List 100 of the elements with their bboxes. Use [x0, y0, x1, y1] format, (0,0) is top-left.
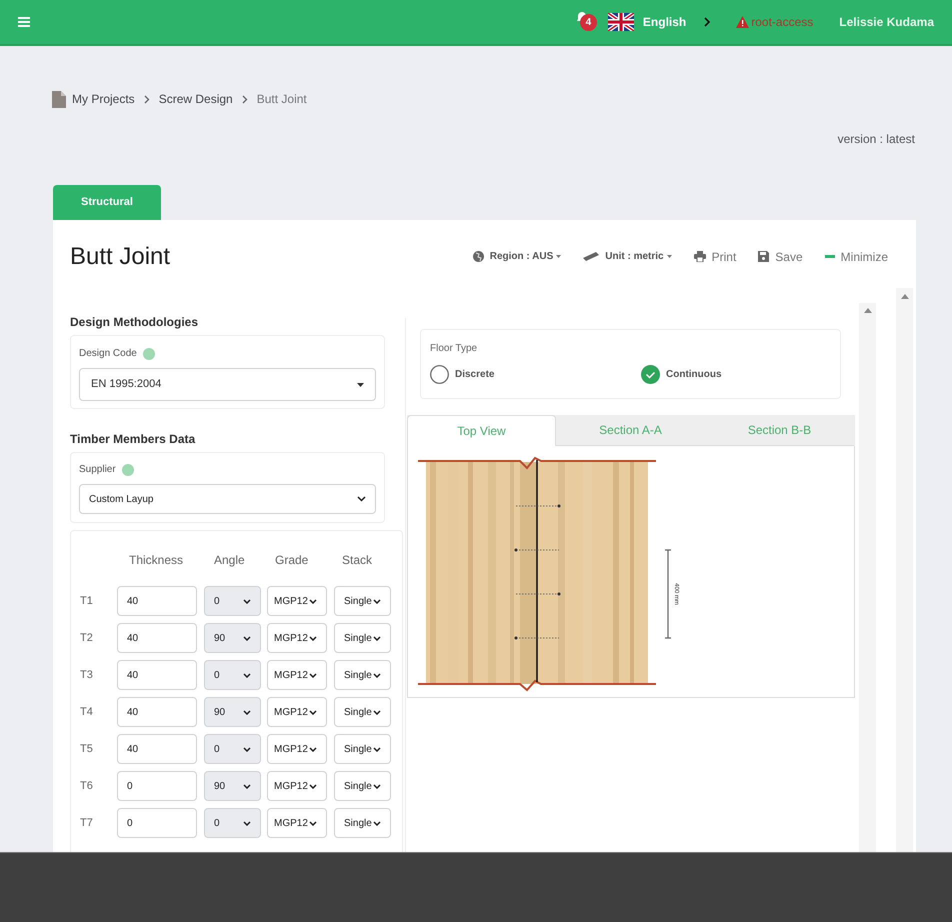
chevron-down-icon — [243, 746, 251, 752]
access-label: root-access — [751, 14, 814, 31]
unit-button[interactable]: Unit : metric — [583, 249, 672, 264]
globe-icon — [472, 251, 484, 262]
grade-dropdown[interactable]: MGP12 — [267, 586, 327, 616]
warning-icon — [736, 16, 750, 28]
grade-dropdown[interactable]: MGP12 — [267, 734, 327, 764]
chevron-down-icon — [308, 636, 317, 640]
breadcrumb-link[interactable]: Screw Design — [158, 90, 233, 108]
row-label: T7 — [80, 816, 94, 831]
grade-dropdown[interactable]: MGP12 — [267, 697, 327, 727]
chevron-down-icon — [243, 784, 251, 788]
row-label: T2 — [80, 630, 94, 646]
row-label: T4 — [80, 704, 94, 720]
chevron-down-icon — [357, 496, 366, 502]
region-button[interactable]: Region : AUS — [472, 249, 562, 264]
thickness-input[interactable]: 40 — [117, 586, 197, 616]
field-label: Design Code — [79, 347, 137, 361]
supplier-dropdown[interactable]: Custom Layup — [79, 484, 376, 514]
thickness-input[interactable]: 0 — [117, 808, 197, 838]
minimize-button[interactable]: Minimize — [824, 248, 888, 266]
section-heading: Design Methodologies — [70, 314, 200, 328]
caret-icon — [666, 255, 672, 258]
angle-dropdown[interactable]: 90 — [204, 771, 261, 801]
chevron-down-icon — [372, 820, 381, 826]
stack-dropdown[interactable]: Single — [334, 697, 391, 727]
row-label: T6 — [80, 778, 94, 794]
chevron-right-icon[interactable] — [704, 17, 710, 27]
row-label: T3 — [80, 668, 94, 683]
menu-icon[interactable] — [18, 17, 30, 27]
chevron-down-icon — [243, 672, 251, 678]
stack-dropdown[interactable]: Single — [334, 771, 391, 801]
stack-dropdown[interactable]: Single — [334, 623, 391, 653]
chevron-down-icon — [372, 636, 381, 640]
ruler-icon — [583, 252, 600, 261]
grade-dropdown[interactable]: MGP12 — [267, 660, 327, 690]
breadcrumb-current: Butt Joint — [256, 91, 307, 108]
stack-dropdown[interactable]: Single — [334, 734, 391, 764]
thickness-input[interactable]: 40 — [117, 697, 197, 727]
grade-dropdown[interactable]: MGP12 — [267, 623, 327, 653]
stack-dropdown[interactable]: Single — [334, 808, 391, 838]
scrollbar[interactable] — [859, 303, 876, 852]
row-label: T1 — [80, 594, 94, 609]
chevron-down-icon — [372, 784, 381, 788]
field-label: Floor Type — [430, 342, 478, 356]
info-icon[interactable] — [142, 348, 155, 360]
floppy-icon — [758, 251, 770, 262]
thickness-input[interactable]: 40 — [117, 734, 197, 764]
thickness-input[interactable]: 40 — [117, 660, 197, 690]
chevron-down-icon — [308, 746, 317, 752]
flag-icon[interactable] — [608, 13, 634, 31]
grade-dropdown[interactable]: MGP12 — [267, 771, 327, 801]
row-label: T5 — [80, 742, 94, 757]
minus-icon — [824, 255, 835, 258]
grade-dropdown[interactable]: MGP12 — [267, 808, 327, 838]
caret-icon — [357, 382, 364, 386]
section-heading: Timber Members Data — [70, 431, 196, 445]
notification-badge: 4 — [580, 14, 597, 31]
column-header: Thickness — [128, 552, 184, 567]
angle-dropdown[interactable]: 0 — [204, 808, 261, 838]
column-header: Grade — [274, 552, 310, 567]
save-button[interactable]: Save — [758, 248, 803, 266]
angle-dropdown[interactable]: 90 — [204, 623, 261, 653]
radio-option[interactable]: Continuous — [641, 365, 722, 384]
chevron-down-icon — [243, 598, 251, 604]
chevron-down-icon — [243, 710, 251, 714]
chevron-down-icon — [372, 672, 381, 678]
document-icon — [52, 90, 66, 108]
stack-dropdown[interactable]: Single — [334, 660, 391, 690]
column-header: Angle — [213, 552, 246, 567]
design-code-dropdown[interactable]: EN 1995:2004 — [79, 368, 376, 401]
print-button[interactable]: Print — [694, 248, 736, 266]
thickness-input[interactable]: 0 — [117, 771, 197, 801]
breadcrumb-link[interactable]: My Projects — [72, 90, 135, 108]
thickness-input[interactable]: 40 — [117, 623, 197, 653]
chevron-down-icon — [243, 636, 251, 640]
chevron-down-icon — [308, 672, 317, 678]
chevron-down-icon — [372, 598, 381, 604]
angle-dropdown[interactable]: 0 — [204, 734, 261, 764]
chevron-right-icon — [242, 94, 248, 104]
scroll-up-icon[interactable] — [900, 294, 908, 299]
angle-dropdown[interactable]: 90 — [204, 697, 261, 727]
scrollbar[interactable] — [896, 288, 913, 852]
chevron-down-icon — [308, 784, 317, 788]
chevron-down-icon — [372, 746, 381, 752]
angle-dropdown[interactable]: 0 — [204, 586, 261, 616]
scroll-up-icon[interactable] — [864, 308, 872, 313]
version-label: version : latest — [838, 131, 915, 148]
chevron-down-icon — [308, 598, 317, 604]
page-title: Butt Joint — [70, 242, 172, 272]
chevron-right-icon — [144, 94, 150, 104]
chevron-down-icon — [243, 820, 251, 826]
info-icon[interactable] — [122, 464, 134, 476]
stack-dropdown[interactable]: Single — [334, 586, 391, 616]
caret-icon — [556, 255, 562, 258]
radio-option[interactable]: Discrete — [430, 365, 641, 384]
column-header: Stack — [341, 552, 374, 567]
notification-button[interactable]: 4 — [576, 11, 598, 33]
angle-dropdown[interactable]: 0 — [204, 660, 261, 690]
chevron-down-icon — [308, 710, 317, 714]
